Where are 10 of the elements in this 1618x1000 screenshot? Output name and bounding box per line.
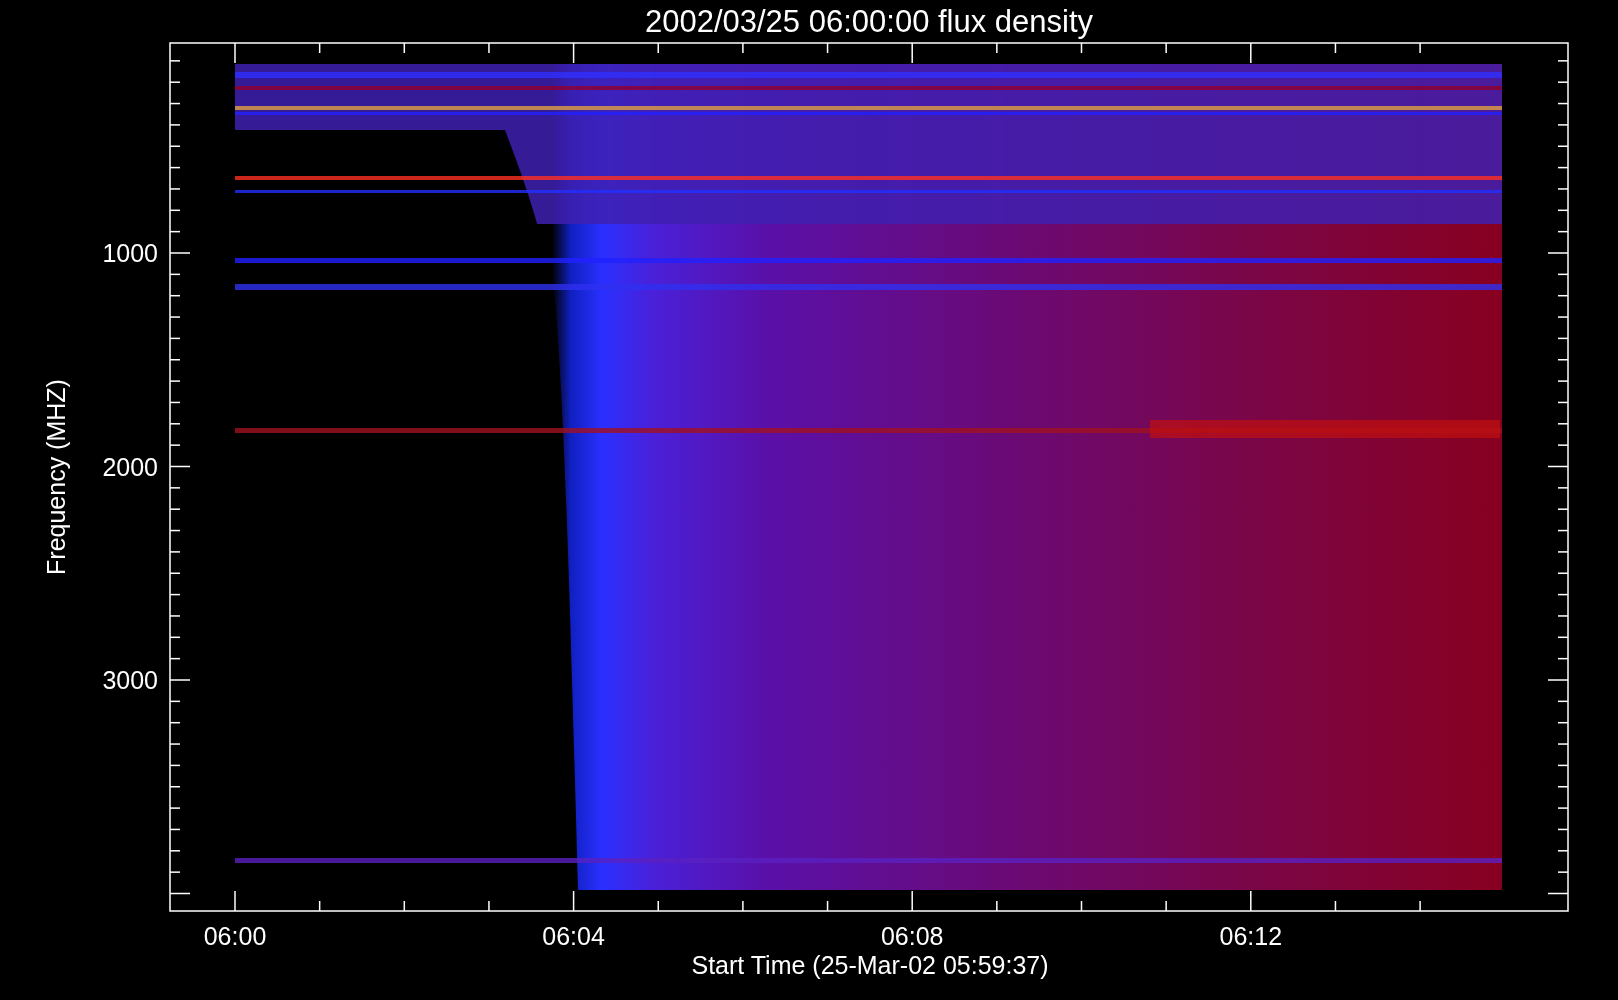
tick-label: 06:08 (880, 922, 944, 950)
tick-label: 1000 (102, 239, 158, 267)
tick-label: 06:04 (542, 922, 605, 950)
tick-label: 3000 (102, 666, 158, 694)
tick-label: 06:00 (203, 922, 267, 950)
axis-label: Start Time (25-Mar-02 05:59:37) (691, 951, 1049, 979)
tick-label: 2000 (102, 452, 158, 481)
axis-label: Frequency (MHZ) (42, 379, 70, 575)
tick-label: 06:12 (1219, 922, 1283, 950)
plot-title: 2002/03/25 06:00:00 flux density (644, 4, 1094, 39)
